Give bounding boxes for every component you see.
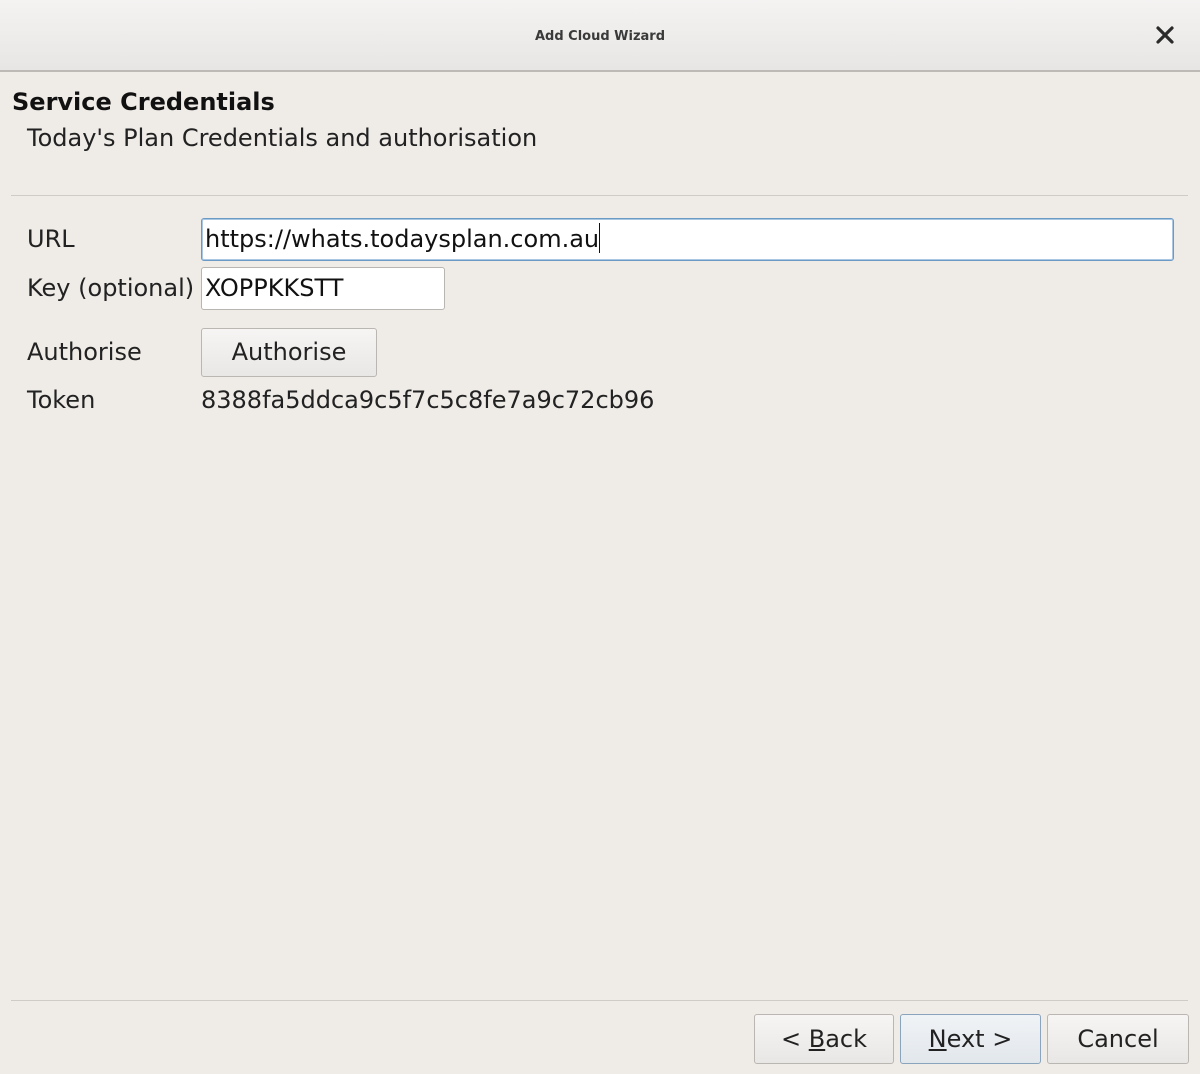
header-separator <box>11 195 1188 196</box>
cancel-button[interactable]: Cancel <box>1047 1014 1189 1064</box>
window-title: Add Cloud Wizard <box>534 29 666 44</box>
url-input-value: https://whats.todaysplan.com.au <box>205 225 600 253</box>
authorise-button[interactable]: Authorise <box>201 328 377 377</box>
authorise-label: Authorise <box>27 338 142 366</box>
back-button-rest: ack <box>825 1025 868 1053</box>
page-title: Service Credentials <box>12 88 275 116</box>
back-button-prefix: < <box>780 1025 809 1053</box>
key-input[interactable]: XOPPKKSTT <box>201 267 445 310</box>
url-input[interactable]: https://whats.todaysplan.com.au <box>201 218 1174 261</box>
next-button-rest: ext > <box>946 1025 1013 1053</box>
close-icon[interactable] <box>1152 22 1178 48</box>
next-button-mnemonic: N <box>928 1025 947 1053</box>
url-label: URL <box>27 225 75 253</box>
back-button-mnemonic: B <box>808 1025 826 1053</box>
key-input-value: XOPPKKSTT <box>205 274 344 302</box>
title-bar: Add Cloud Wizard <box>0 0 1200 72</box>
key-label: Key (optional) <box>27 274 195 302</box>
back-button[interactable]: < Back <box>754 1014 894 1064</box>
page-subtitle: Today's Plan Credentials and authorisati… <box>27 124 538 152</box>
text-caret <box>599 223 601 253</box>
token-value: 8388fa5ddca9c5f7c5c8fe7a9c72cb96 <box>201 386 655 414</box>
footer-separator <box>11 1000 1188 1001</box>
token-label: Token <box>27 386 96 414</box>
next-button[interactable]: Next > <box>900 1014 1041 1064</box>
